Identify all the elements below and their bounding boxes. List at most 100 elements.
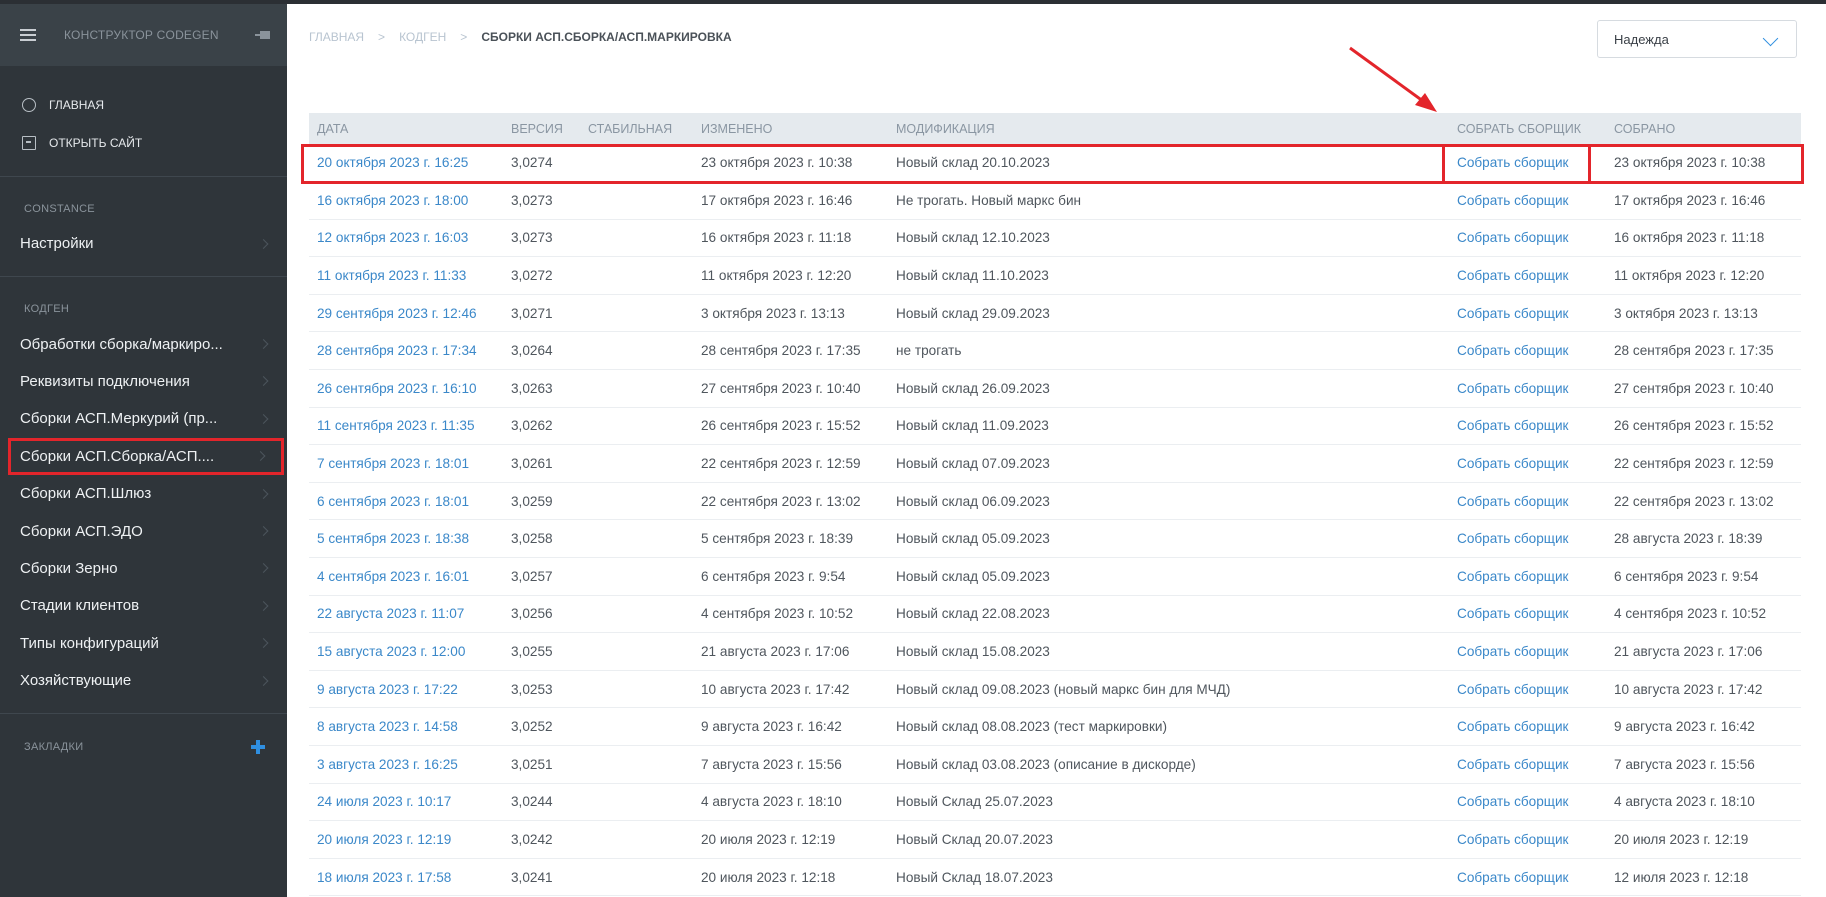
cell-built: 28 августа 2023 г. 18:39 — [1606, 519, 1801, 559]
table-row[interactable]: 24 июля 2023 г. 10:17 3,0244 4 августа 202… — [309, 783, 1801, 822]
build-button[interactable]: Собрать сборщик — [1449, 444, 1606, 483]
cell-date[interactable]: 4 сентября 2023 г. 16:01 — [309, 557, 503, 596]
table-row[interactable]: 16 октября 2023 г. 18:00 3,0273 17 октября… — [309, 181, 1801, 220]
add-bookmark-icon[interactable] — [251, 740, 265, 755]
sidebar-link-home[interactable]: ГЛАВНАЯ — [0, 86, 287, 124]
sidebar-item-codegen-6[interactable]: Сборки Зерно — [0, 550, 287, 587]
build-button[interactable]: Собрать сборщик — [1449, 294, 1606, 333]
table-row[interactable]: 20 октября 2023 г. 16:25 3,0274 23 октября… — [309, 144, 1801, 183]
table-row[interactable]: 4 сентября 2023 г. 16:01 3,0257 6 сентября… — [309, 557, 1801, 596]
build-button[interactable]: Собрать сборщик — [1449, 707, 1606, 746]
table-row[interactable]: 7 сентября 2023 г. 18:01 3,0261 22 сентябр… — [309, 444, 1801, 483]
sidebar-item-codegen-4[interactable]: Сборки АСП.Шлюз — [0, 475, 287, 512]
sidebar-item-codegen-0[interactable]: Обработки сборка/маркиро... — [0, 325, 287, 362]
cell-modification: Новый склад 12.10.2023 — [888, 219, 1449, 258]
menu-icon[interactable] — [20, 29, 36, 41]
table-row[interactable]: 29 сентября 2023 г. 12:46 3,0271 3 октября… — [309, 294, 1801, 333]
cell-date[interactable]: 24 июля 2023 г. 10:17 — [309, 783, 503, 822]
cell-built: 22 сентября 2023 г. 13:02 — [1606, 482, 1801, 521]
sidebar-item-settings[interactable]: Настройки — [0, 225, 287, 262]
build-button[interactable]: Собрать сборщик — [1449, 219, 1606, 258]
column-header-build: СОБРАТЬ СБОРЩИК — [1449, 113, 1606, 144]
column-header-stable[interactable]: СТАБИЛЬНАЯ — [580, 113, 693, 144]
cell-date[interactable]: 16 октября 2023 г. 18:00 — [309, 181, 503, 220]
cell-date[interactable]: 3 августа 2023 г. 16:25 — [309, 745, 503, 784]
build-button[interactable]: Собрать сборщик — [1449, 256, 1606, 295]
build-button[interactable]: Собрать сборщик — [1449, 519, 1606, 559]
build-button[interactable]: Собрать сборщик — [1449, 369, 1606, 408]
table-row[interactable]: 9 августа 2023 г. 17:22 3,0253 10 августа … — [309, 670, 1801, 709]
cell-date[interactable]: 20 июля 2023 г. 12:19 — [309, 820, 503, 859]
sidebar-item-codegen-3[interactable]: Сборки АСП.Сборка/АСП.... — [8, 437, 284, 475]
build-button[interactable]: Собрать сборщик — [1449, 745, 1606, 784]
build-button[interactable]: Собрать сборщик — [1449, 144, 1606, 183]
cell-date[interactable]: 26 сентября 2023 г. 16:10 — [309, 369, 503, 408]
sidebar-item-codegen-2[interactable]: Сборки АСП.Меркурий (пр... — [0, 400, 287, 437]
cell-modification: Новый Склад 20.07.2023 — [888, 820, 1449, 859]
cell-stable — [580, 369, 693, 408]
cell-built: 3 октября 2023 г. 13:13 — [1606, 294, 1801, 333]
breadcrumb-section[interactable]: КОДГЕН — [399, 30, 446, 44]
breadcrumb-home[interactable]: ГЛАВНАЯ — [309, 30, 364, 44]
sidebar-section-title: CONSTANCE — [24, 203, 95, 215]
build-button[interactable]: Собрать сборщик — [1449, 181, 1606, 220]
column-header-modified[interactable]: ИЗМЕНЕНО — [693, 113, 888, 144]
cell-date[interactable]: 9 августа 2023 г. 17:22 — [309, 670, 503, 709]
build-button[interactable]: Собрать сборщик — [1449, 557, 1606, 596]
build-button[interactable]: Собрать сборщик — [1449, 407, 1606, 446]
column-header-version[interactable]: ВЕРСИЯ — [503, 113, 580, 144]
cell-date[interactable]: 7 сентября 2023 г. 18:01 — [309, 444, 503, 483]
sidebar-link-open-site[interactable]: ОТКРЫТЬ САЙТ — [0, 124, 287, 162]
sidebar-item-codegen-5[interactable]: Сборки АСП.ЭДО — [0, 512, 287, 549]
column-header-built[interactable]: СОБРАНО — [1606, 113, 1801, 144]
table-row[interactable]: 28 сентября 2023 г. 17:34 3,0264 28 сентяб… — [309, 331, 1801, 371]
cell-date[interactable]: 15 августа 2023 г. 12:00 — [309, 632, 503, 671]
sidebar-item-label: Сборки АСП.Меркурий (пр... — [20, 410, 218, 428]
build-button[interactable]: Собрать сборщик — [1449, 820, 1606, 859]
cell-date[interactable]: 11 октября 2023 г. 11:33 — [309, 256, 503, 295]
cell-built: 4 сентября 2023 г. 10:52 — [1606, 595, 1801, 634]
table-row[interactable]: 6 сентября 2023 г. 18:01 3,0259 22 сентябр… — [309, 482, 1801, 521]
table-row[interactable]: 11 октября 2023 г. 11:33 3,0272 11 октября… — [309, 256, 1801, 295]
cell-date[interactable]: 8 августа 2023 г. 14:58 — [309, 707, 503, 746]
cell-date[interactable]: 29 сентября 2023 г. 12:46 — [309, 294, 503, 333]
cell-date[interactable]: 6 сентября 2023 г. 18:01 — [309, 482, 503, 521]
cell-date[interactable]: 28 сентября 2023 г. 17:34 — [309, 331, 503, 371]
sidebar-item-codegen-1[interactable]: Реквизиты подключения — [0, 363, 287, 400]
cell-date[interactable]: 22 августа 2023 г. 11:07 — [309, 595, 503, 634]
cell-stable — [580, 745, 693, 784]
table-row[interactable]: 12 октября 2023 г. 16:03 3,0273 16 октября… — [309, 219, 1801, 258]
table-row[interactable]: 22 августа 2023 г. 11:07 3,0256 4 сентября… — [309, 595, 1801, 634]
cell-date[interactable]: 11 сентября 2023 г. 11:35 — [309, 407, 503, 446]
cell-date[interactable]: 5 сентября 2023 г. 18:38 — [309, 519, 503, 559]
sidebar-item-codegen-7[interactable]: Стадии клиентов — [0, 587, 287, 624]
sidebar-item-codegen-9[interactable]: Хозяйствующие — [0, 662, 287, 699]
pin-icon[interactable] — [255, 28, 273, 42]
table-row[interactable]: 11 сентября 2023 г. 11:35 3,0262 26 сентяб… — [309, 407, 1801, 446]
build-button[interactable]: Собрать сборщик — [1449, 858, 1606, 897]
table-row[interactable]: 26 сентября 2023 г. 16:10 3,0263 27 сентяб… — [309, 369, 1801, 408]
cell-version: 3,0242 — [503, 820, 580, 859]
table-row[interactable]: 3 августа 2023 г. 16:25 3,0251 7 августа 2… — [309, 745, 1801, 784]
build-button[interactable]: Собрать сборщик — [1449, 783, 1606, 822]
cell-built: 28 сентября 2023 г. 17:35 — [1606, 331, 1801, 371]
sidebar-section-title: КОДГЕН — [24, 303, 70, 316]
build-button[interactable]: Собрать сборщик — [1449, 331, 1606, 371]
table-row[interactable]: 15 августа 2023 г. 12:00 3,0255 21 августа… — [309, 632, 1801, 671]
cell-date[interactable]: 12 октября 2023 г. 16:03 — [309, 219, 503, 258]
build-button[interactable]: Собрать сборщик — [1449, 482, 1606, 521]
user-select[interactable]: Надежда — [1597, 20, 1797, 58]
cell-modified: 5 сентября 2023 г. 18:39 — [693, 519, 888, 559]
table-row[interactable]: 5 сентября 2023 г. 18:38 3,0258 5 сентября… — [309, 519, 1801, 559]
table-row[interactable]: 18 июля 2023 г. 17:58 3,0241 20 июля 2023 … — [309, 858, 1801, 897]
table-row[interactable]: 20 июля 2023 г. 12:19 3,0242 20 июля 2023 … — [309, 820, 1801, 859]
build-button[interactable]: Собрать сборщик — [1449, 595, 1606, 634]
column-header-modification[interactable]: МОДИФИКАЦИЯ — [888, 113, 1449, 144]
column-header-date[interactable]: ДАТА — [309, 113, 503, 144]
cell-date[interactable]: 20 октября 2023 г. 16:25 — [309, 144, 503, 183]
build-button[interactable]: Собрать сборщик — [1449, 632, 1606, 671]
cell-date[interactable]: 18 июля 2023 г. 17:58 — [309, 858, 503, 897]
table-row[interactable]: 8 августа 2023 г. 14:58 3,0252 9 августа 2… — [309, 707, 1801, 746]
sidebar-item-codegen-8[interactable]: Типы конфигураций — [0, 625, 287, 662]
build-button[interactable]: Собрать сборщик — [1449, 670, 1606, 709]
